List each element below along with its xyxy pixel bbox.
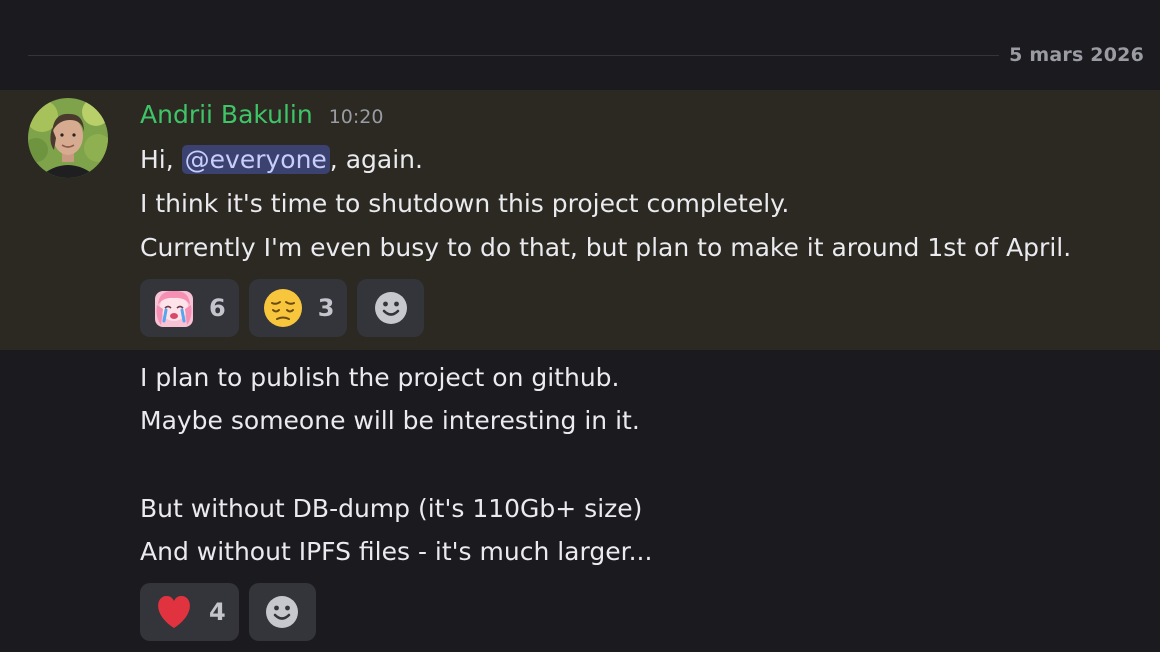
add-reaction-button[interactable] bbox=[357, 279, 425, 337]
message-line: But without DB-dump (it's 110Gb+ size) bbox=[140, 494, 643, 523]
message-line: I think it's time to shutdown this proje… bbox=[140, 189, 790, 218]
add-reaction-icon bbox=[374, 292, 407, 324]
message-line: I plan to publish the project on github. bbox=[140, 363, 620, 392]
avatar-image bbox=[28, 98, 108, 178]
pensive-face-emoji bbox=[263, 289, 302, 327]
message-text-suffix: , again. bbox=[329, 145, 423, 174]
message-line: And without IPFS files - it's much large… bbox=[140, 537, 653, 566]
reaction-red-heart[interactable]: 4 bbox=[140, 583, 239, 641]
divider-line bbox=[28, 54, 1000, 56]
avatar[interactable] bbox=[28, 98, 108, 178]
message-header: Andrii Bakulin 10:20 bbox=[140, 100, 383, 136]
mention-everyone[interactable]: @everyone bbox=[181, 145, 330, 174]
message-line: Hi, @everyone, again. bbox=[140, 143, 423, 177]
reaction-count: 4 bbox=[209, 598, 226, 626]
reaction-pensive-face[interactable]: 3 bbox=[248, 279, 348, 337]
chat-view: 5 mars 2026 Andrii Bakulin 10:20 Hi, @ev… bbox=[0, 0, 1160, 652]
reaction-bar: 4 bbox=[140, 583, 316, 641]
reaction-count: 3 bbox=[317, 294, 335, 322]
author-name[interactable]: Andrii Bakulin bbox=[140, 100, 313, 129]
message-timestamp[interactable]: 10:20 bbox=[329, 106, 384, 128]
crying-anime-girl-emoji bbox=[155, 290, 193, 327]
reaction-bar: 6 3 bbox=[140, 279, 425, 337]
divider-date: 5 mars 2026 bbox=[1009, 44, 1144, 66]
add-reaction-button[interactable] bbox=[248, 583, 316, 641]
message-line: Currently I'm even busy to do that, but … bbox=[140, 233, 1072, 262]
red-heart-emoji bbox=[158, 595, 190, 628]
add-reaction-icon bbox=[266, 596, 299, 628]
message-line: Maybe someone will be interesting in it. bbox=[140, 406, 640, 435]
date-divider: 5 mars 2026 bbox=[28, 40, 1144, 70]
message-text-prefix: Hi, bbox=[140, 145, 182, 174]
reaction-count: 6 bbox=[209, 294, 226, 322]
reaction-crying-anime-girl[interactable]: 6 bbox=[140, 279, 239, 337]
